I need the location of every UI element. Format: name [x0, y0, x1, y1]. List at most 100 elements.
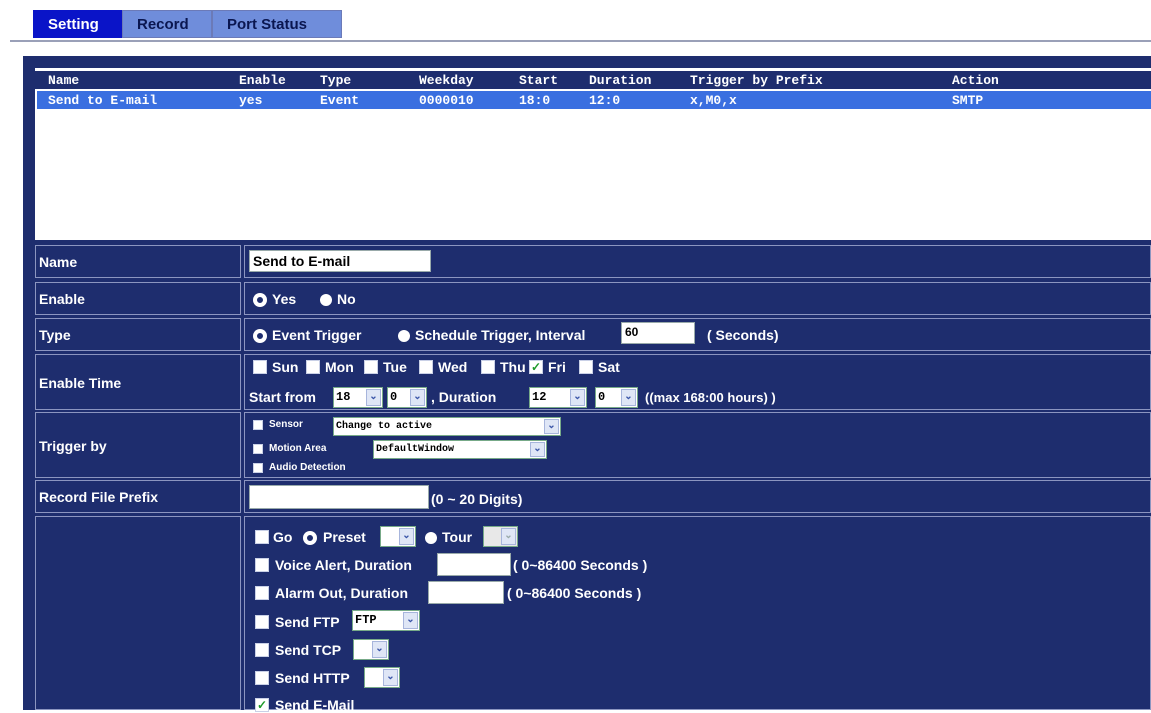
name-label: Name — [35, 245, 241, 278]
action-label — [35, 516, 241, 710]
enable-no-radio[interactable] — [320, 294, 332, 306]
alarm-out-duration-input[interactable] — [428, 581, 504, 604]
motion-area-value: DefaultWindow — [376, 444, 455, 455]
chevron-down-icon: ⌄ — [366, 389, 381, 406]
send-ftp-label: Send FTP — [275, 614, 340, 630]
send-ftp-select[interactable]: FTP ⌄ — [352, 610, 420, 631]
audio-detection-label: Audio Detection — [269, 462, 346, 473]
voice-alert-label: Voice Alert, Duration — [275, 557, 412, 573]
voice-alert-checkbox[interactable] — [255, 558, 269, 572]
col-header-weekday: Weekday — [419, 73, 474, 88]
voice-alert-duration-input[interactable] — [437, 553, 511, 576]
motion-area-checkbox[interactable] — [253, 444, 263, 454]
tour-radio[interactable] — [425, 532, 437, 544]
interval-unit: ( Seconds) — [707, 327, 779, 343]
send-http-label: Send HTTP — [275, 670, 350, 686]
send-http-checkbox[interactable] — [255, 671, 269, 685]
sensor-checkbox[interactable] — [253, 420, 263, 430]
record-prefix-label: Record File Prefix — [35, 480, 241, 513]
name-input[interactable]: Send to E-mail — [249, 250, 431, 272]
enable-label: Enable — [35, 282, 241, 315]
record-prefix-input[interactable] — [249, 485, 429, 509]
chevron-down-icon: ⌄ — [501, 528, 516, 545]
list-item[interactable]: Send to E-mail yes Event 0000010 18:0 12… — [36, 90, 1151, 110]
day-tue-checkbox[interactable] — [364, 360, 378, 374]
row-duration: 12:0 — [589, 93, 621, 108]
sensor-select[interactable]: Change to active ⌄ — [333, 417, 561, 436]
tab-record[interactable]: Record — [122, 10, 212, 38]
preset-radio[interactable] — [304, 532, 316, 544]
col-header-name: Name — [48, 73, 80, 88]
row-action: SMTP — [952, 93, 984, 108]
send-ftp-checkbox[interactable] — [255, 615, 269, 629]
day-tue-label: Tue — [383, 359, 407, 375]
event-trigger-label: Event Trigger — [272, 327, 362, 343]
row-type: Event — [320, 93, 360, 108]
sensor-value: Change to active — [336, 421, 433, 432]
day-sat-label: Sat — [598, 359, 620, 375]
enable-no-label: No — [337, 291, 356, 307]
row-weekday: 0000010 — [419, 93, 474, 108]
tab-setting[interactable]: Setting — [33, 10, 122, 38]
chevron-down-icon: ⌄ — [544, 419, 559, 434]
send-http-select[interactable]: ⌄ — [364, 667, 400, 688]
send-tcp-checkbox[interactable] — [255, 643, 269, 657]
record-prefix-row: (0 ~ 20 Digits) — [244, 480, 1151, 513]
interval-input[interactable]: 60 — [621, 322, 695, 344]
voice-alert-hint: ( 0~86400 Seconds ) — [513, 557, 648, 573]
enable-yes-radio[interactable] — [254, 294, 266, 306]
start-hour-value: 18 — [336, 390, 351, 404]
motion-area-label: Motion Area — [269, 443, 327, 454]
go-checkbox[interactable] — [255, 530, 269, 544]
tab-port-status[interactable]: Port Status — [212, 10, 342, 38]
day-sat-checkbox[interactable] — [579, 360, 593, 374]
trigger-by-label: Trigger by — [35, 412, 241, 478]
day-wed-checkbox[interactable] — [419, 360, 433, 374]
tour-select[interactable]: ⌄ — [483, 526, 518, 547]
row-name: Send to E-mail — [48, 93, 158, 108]
day-fri-checkbox[interactable]: ✓ — [529, 360, 543, 374]
event-list[interactable]: Name Enable Type Weekday Start Duration … — [35, 68, 1151, 240]
enable-yes-label: Yes — [272, 291, 297, 307]
row-enable: yes — [239, 93, 263, 108]
type-label: Type — [35, 318, 241, 351]
day-sun-label: Sun — [272, 359, 299, 375]
enable-row: Yes No — [244, 282, 1151, 315]
duration-label: , Duration — [431, 389, 497, 405]
schedule-trigger-radio[interactable] — [398, 330, 410, 342]
duration-min-select[interactable]: 0 ⌄ — [595, 387, 638, 408]
preset-select[interactable]: ⌄ — [380, 526, 416, 547]
motion-area-select[interactable]: DefaultWindow ⌄ — [373, 440, 547, 459]
col-header-trigger-prefix: Trigger by Prefix — [690, 73, 823, 88]
enable-time-row: Sun Mon Tue Wed Thu ✓ Fri Sat Start from… — [244, 354, 1151, 410]
tab-divider — [10, 40, 1151, 42]
send-ftp-value: FTP — [355, 613, 377, 627]
send-tcp-label: Send TCP — [275, 642, 342, 658]
row-trigger-prefix: x,M0,x — [690, 93, 737, 108]
day-sun-checkbox[interactable] — [253, 360, 267, 374]
start-min-select[interactable]: 0 ⌄ — [387, 387, 427, 408]
day-wed-label: Wed — [438, 359, 468, 375]
send-tcp-select[interactable]: ⌄ — [353, 639, 389, 660]
chevron-down-icon: ⌄ — [570, 389, 585, 406]
alarm-out-hint: ( 0~86400 Seconds ) — [507, 585, 642, 601]
col-header-duration: Duration — [589, 73, 652, 88]
day-mon-label: Mon — [325, 359, 354, 375]
col-header-action: Action — [952, 73, 999, 88]
send-email-label: Send E-Mail — [275, 697, 355, 713]
enable-time-label: Enable Time — [35, 354, 241, 410]
name-row: Send to E-mail — [244, 245, 1151, 278]
day-mon-checkbox[interactable] — [306, 360, 320, 374]
schedule-trigger-label: Schedule Trigger, Interval — [415, 327, 586, 343]
alarm-out-checkbox[interactable] — [255, 586, 269, 600]
audio-detection-checkbox[interactable] — [253, 463, 263, 473]
event-list-header: Name Enable Type Weekday Start Duration … — [35, 71, 1151, 89]
chevron-down-icon: ⌄ — [410, 389, 425, 406]
start-hour-select[interactable]: 18 ⌄ — [333, 387, 383, 408]
chevron-down-icon: ⌄ — [372, 641, 387, 658]
day-thu-checkbox[interactable] — [481, 360, 495, 374]
duration-hour-select[interactable]: 12 ⌄ — [529, 387, 587, 408]
event-trigger-radio[interactable] — [254, 330, 266, 342]
max-duration-note: ((max 168:00 hours) ) — [645, 390, 776, 405]
row-start: 18:0 — [519, 93, 551, 108]
